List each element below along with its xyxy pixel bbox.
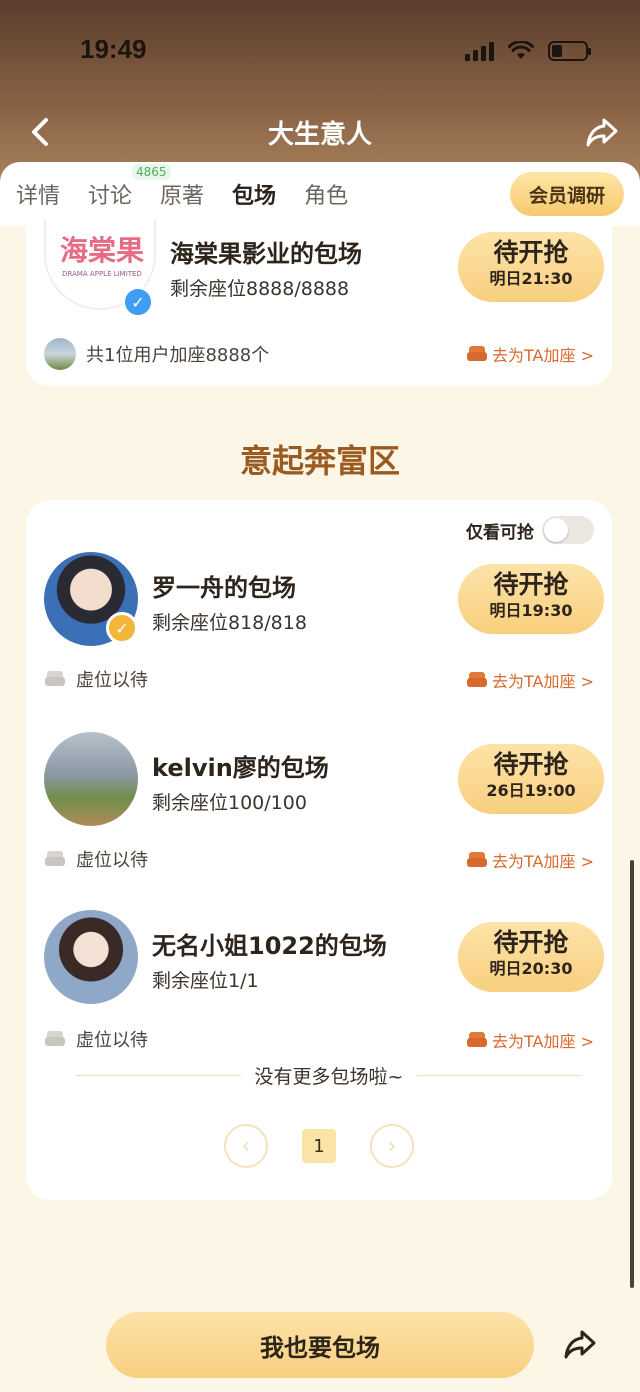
verified-badge-icon: ✓ <box>106 612 138 644</box>
svg-text:海棠果: 海棠果 <box>60 234 144 267</box>
grab-button[interactable]: 待开抢 明日21:30 <box>458 232 604 302</box>
sofa-icon <box>467 672 488 687</box>
divider <box>76 1075 241 1076</box>
list-end-message: 没有更多包场啦~ <box>76 1062 583 1089</box>
share-icon[interactable] <box>582 112 622 152</box>
wifi-icon <box>508 41 534 59</box>
waiting-status: 虚位以待 <box>44 846 148 872</box>
avatar[interactable] <box>44 732 138 826</box>
seat-add-summary: 共1位用户加座8888个 <box>44 338 269 370</box>
waiting-status: 虚位以待 <box>44 666 148 692</box>
tab-bar: 详情 讨论 4865 原著 包场 角色 会员调研 <box>0 162 640 226</box>
battery-icon <box>548 41 591 61</box>
seats-remaining: 剩余座位8888/8888 <box>170 278 350 300</box>
add-seat-link[interactable]: 去为TA加座 > <box>466 668 594 692</box>
empty-seat-icon <box>45 1031 65 1046</box>
status-icons <box>465 38 591 64</box>
tab-original[interactable]: 原著 <box>160 178 204 210</box>
seats-remaining: 剩余座位818/818 <box>152 612 307 634</box>
sofa-icon <box>467 852 488 867</box>
verified-badge-icon: ✓ <box>122 286 154 318</box>
create-booking-button[interactable]: 我也要包场 <box>106 1312 534 1378</box>
empty-seat-icon <box>45 671 65 686</box>
booking-title: 罗一舟的包场 <box>152 574 296 602</box>
next-page-button[interactable]: › <box>370 1124 414 1168</box>
available-only-toggle[interactable] <box>542 516 594 544</box>
prev-page-button[interactable]: ‹ <box>224 1124 268 1168</box>
bottom-action-bar: 我也要包场 <box>0 1296 640 1392</box>
add-seat-link[interactable]: 去为TA加座 > <box>466 848 594 872</box>
waiting-status: 虚位以待 <box>44 1026 148 1052</box>
pagination: ‹ 1 › <box>26 1124 612 1168</box>
svg-text:DRAMA APPLE LIMITED: DRAMA APPLE LIMITED <box>62 270 142 278</box>
tab-details[interactable]: 详情 <box>16 178 60 210</box>
booking-list-card: 仅看可抢 ✓ 罗一舟的包场 剩余座位818/818 待开抢 明日19:30 虚位… <box>26 500 612 1200</box>
grab-button[interactable]: 待开抢 明日20:30 <box>458 922 604 992</box>
add-seat-link[interactable]: 去为TA加座 > <box>466 342 594 366</box>
filter-label: 仅看可抢 <box>466 522 534 543</box>
grab-button[interactable]: 待开抢 明日19:30 <box>458 564 604 634</box>
sofa-icon <box>467 346 488 361</box>
tab-booking[interactable]: 包场 <box>232 178 276 210</box>
booking-title: 无名小姐1022的包场 <box>152 932 387 960</box>
tab-characters[interactable]: 角色 <box>304 178 348 210</box>
grab-button[interactable]: 待开抢 26日19:00 <box>458 744 604 814</box>
section-title: 意起奔富区 <box>239 442 400 480</box>
seats-remaining: 剩余座位100/100 <box>152 792 307 814</box>
available-only-filter: 仅看可抢 <box>466 516 594 544</box>
sofa-icon <box>467 1032 488 1047</box>
signal-icon <box>465 41 494 61</box>
scrollbar[interactable] <box>630 860 634 1288</box>
member-survey-button[interactable]: 会员调研 <box>510 172 624 216</box>
seats-remaining: 剩余座位1/1 <box>152 970 259 992</box>
user-avatar <box>44 338 76 370</box>
add-seat-link[interactable]: 去为TA加座 > <box>466 1028 594 1052</box>
empty-seat-icon <box>45 851 65 866</box>
booking-title: kelvin廖的包场 <box>152 754 329 782</box>
share-icon[interactable] <box>560 1324 600 1364</box>
page-title: 大生意人 <box>267 120 372 150</box>
avatar[interactable] <box>44 910 138 1004</box>
tab-discussion[interactable]: 讨论 4865 <box>88 164 171 210</box>
top-booking-card: 海棠果 DRAMA APPLE LIMITED ✓ 海棠果影业的包场 剩余座位8… <box>26 220 612 386</box>
current-page[interactable]: 1 <box>302 1129 336 1163</box>
status-time: 19:49 <box>80 34 147 64</box>
divider <box>417 1075 583 1076</box>
booking-title: 海棠果影业的包场 <box>170 240 362 268</box>
